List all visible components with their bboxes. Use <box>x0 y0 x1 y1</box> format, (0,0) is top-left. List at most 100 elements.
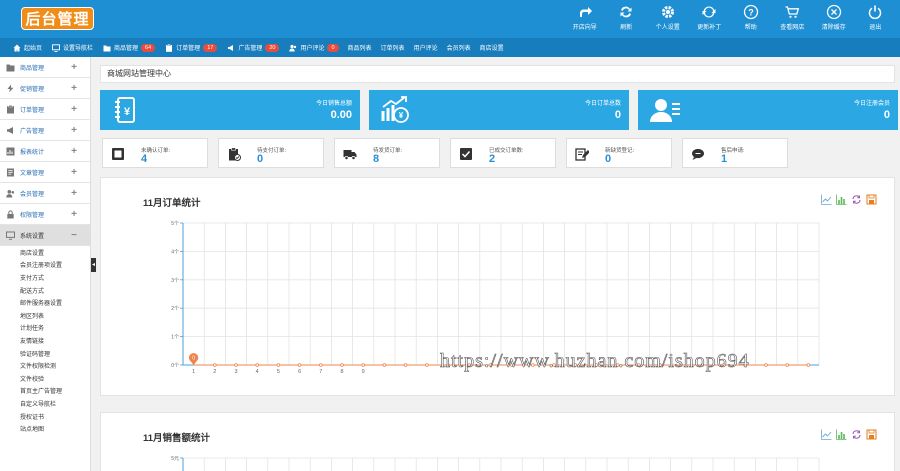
bolt-icon <box>6 84 15 93</box>
nav-item-set-navbar[interactable]: 设置导航栏 <box>51 43 93 52</box>
stat-sales-today: ¥ 今日销售总额 0.00 <box>100 90 360 130</box>
clipboard-icon <box>164 43 173 52</box>
data-point <box>764 363 768 367</box>
sidebar-item-ads[interactable]: 广告管理 + <box>0 120 90 141</box>
sidebar-subitem[interactable]: 地区列表 <box>0 309 90 322</box>
nav-item-order-list[interactable]: 订单列表 <box>381 43 405 52</box>
sidebar-item-reports[interactable]: 报表统计 + <box>0 141 90 162</box>
y-tick-label: 1个 <box>171 335 179 341</box>
data-point <box>424 363 429 367</box>
clipboard-icon <box>6 104 15 114</box>
sidebar-item-system-settings[interactable]: 系统设置 − <box>0 225 90 246</box>
order-stat-out-of-stock[interactable]: 新缺货登记: 0 <box>566 138 672 168</box>
svg-text:?: ? <box>748 8 754 18</box>
growth-icon: ¥ <box>379 95 413 125</box>
y-tick-label: 2个 <box>171 306 179 312</box>
sidebar-item-goods[interactable]: 商品管理 + <box>0 57 90 78</box>
sidebar-item-promotion[interactable]: 促销管理 + <box>0 78 90 99</box>
nav-item-goods[interactable]: 商品管理 64 <box>102 43 156 52</box>
sidebar-subitem[interactable]: 站点地图 <box>0 422 90 435</box>
sidebar-subitem[interactable]: 支付方式 <box>0 271 90 284</box>
sidebar-item-permissions[interactable]: 权限管理 + <box>0 204 90 225</box>
settings-button[interactable]: 个人设置 <box>647 0 689 38</box>
nav-item-comments[interactable]: 用户评论 0 <box>288 43 339 52</box>
logout-button[interactable]: 退出 <box>855 0 897 38</box>
data-point <box>234 363 238 367</box>
sidebar-subitem[interactable]: 友情链接 <box>0 334 90 347</box>
guide-button[interactable]: 开店向导 <box>564 0 606 38</box>
nav-item-ads[interactable]: 广告管理 20 <box>226 43 280 52</box>
x-tick-label: 5 <box>277 369 280 375</box>
nav-item-goods-list[interactable]: 商品列表 <box>348 43 372 52</box>
truck-icon <box>343 147 357 161</box>
sidebar-subitem[interactable]: 配送方式 <box>0 284 90 297</box>
data-point <box>340 363 344 367</box>
order-stat-unpaid[interactable]: 待支付订单: 0 <box>218 138 324 168</box>
watermark: https://www.huzhan.com/ishop694 <box>440 350 750 373</box>
cart-icon <box>772 0 814 24</box>
folder-icon <box>6 63 15 72</box>
view-store-button[interactable]: 查看网店 <box>772 0 814 38</box>
data-point <box>319 363 323 367</box>
sidebar-subitem[interactable]: 邮件服务器设置 <box>0 296 90 309</box>
sidebar-subitem[interactable]: 自定义导航栏 <box>0 397 90 410</box>
expand-icon: + <box>71 188 77 199</box>
count-badge: 20 <box>265 43 280 52</box>
sidebar-subitem[interactable]: 计划任务 <box>0 322 90 335</box>
data-label: 0 <box>192 356 195 362</box>
order-stat-unconfirmed[interactable]: 未确认订单: 4 <box>102 138 208 168</box>
monitor-icon <box>51 43 60 52</box>
sidebar-subitem[interactable]: 首页主广告管理 <box>0 385 90 398</box>
nav-item-store-settings[interactable]: 商店设置 <box>480 43 504 52</box>
sidebar-item-members[interactable]: 会员管理 + <box>0 183 90 204</box>
sidebar-item-articles[interactable]: 文章管理 + <box>0 162 90 183</box>
order-stat-after-sales[interactable]: 售后申请: 1 <box>682 138 788 168</box>
update-button[interactable]: 更新补丁 <box>689 0 731 38</box>
nav-item-orders[interactable]: 订单管理 17 <box>164 43 218 52</box>
sidebar-subitem[interactable]: 文件校验 <box>0 372 90 385</box>
gear-icon <box>647 0 689 24</box>
home-icon <box>12 43 21 52</box>
sidebar-submenu: 商店设置 会员注册项设置 支付方式 配送方式 邮件服务器设置 地区列表 计划任务 友情链接 验证… <box>0 246 90 435</box>
nav-item-start-page[interactable]: 起始页 <box>12 43 42 52</box>
count-badge: 17 <box>203 43 218 52</box>
y-tick-label: 0个 <box>171 363 179 369</box>
checkbox-icon <box>459 147 473 161</box>
order-stat-completed[interactable]: 已成交订单数: 2 <box>450 138 556 168</box>
member-card-icon <box>648 95 682 125</box>
top-header: 后台管理 开店向导 刷新 个人设置 更新补丁 ? 帮助 查看网店 清除缓存 退出 <box>0 0 900 38</box>
x-tick-label: 3 <box>234 369 237 375</box>
lock-icon <box>6 209 15 219</box>
nav-item-user-comments[interactable]: 用户评论 <box>414 43 438 52</box>
expand-icon: + <box>71 209 77 220</box>
expand-icon: + <box>71 62 77 73</box>
data-point <box>785 363 789 367</box>
clear-cache-button[interactable]: 清除缓存 <box>813 0 855 38</box>
nav-item-member-list[interactable]: 会员列表 <box>447 43 471 52</box>
sync-icon <box>689 0 731 24</box>
data-point <box>297 363 302 367</box>
stat-members-today: 今日注册会员 0 <box>638 90 898 130</box>
order-stat-to-ship[interactable]: 待发货订单: 8 <box>334 138 440 168</box>
sidebar-subitem[interactable]: 授权证书 <box>0 410 90 423</box>
svg-text:¥: ¥ <box>124 106 131 118</box>
data-point <box>255 363 260 367</box>
data-point <box>361 363 366 367</box>
count-badge: 0 <box>327 43 339 52</box>
x-tick-label: 8 <box>340 369 343 375</box>
sidebar-subitem[interactable]: 验证码管理 <box>0 347 90 360</box>
sidebar-subitem[interactable]: 文件权限检测 <box>0 359 90 372</box>
square-icon <box>111 147 125 161</box>
refresh-button[interactable]: 刷新 <box>606 0 648 38</box>
main-content: 商城网站管理中心 ¥ 今日销售总额 0.00 ¥ 今日订单总数 0 今日注册会员… <box>96 57 900 471</box>
svg-text:¥: ¥ <box>399 111 404 120</box>
sidebar-subitem[interactable]: 商店设置 <box>0 246 90 259</box>
sidebar-item-orders[interactable]: 订单管理 + <box>0 99 90 120</box>
x-tick-label: 6 <box>298 369 301 375</box>
sidebar-subitem[interactable]: 会员注册项设置 <box>0 259 90 272</box>
help-button[interactable]: ? 帮助 <box>730 0 772 38</box>
data-point <box>213 363 217 367</box>
y-tick-label: 4个 <box>171 249 179 255</box>
share-icon <box>564 0 606 24</box>
megaphone-icon <box>6 126 15 135</box>
